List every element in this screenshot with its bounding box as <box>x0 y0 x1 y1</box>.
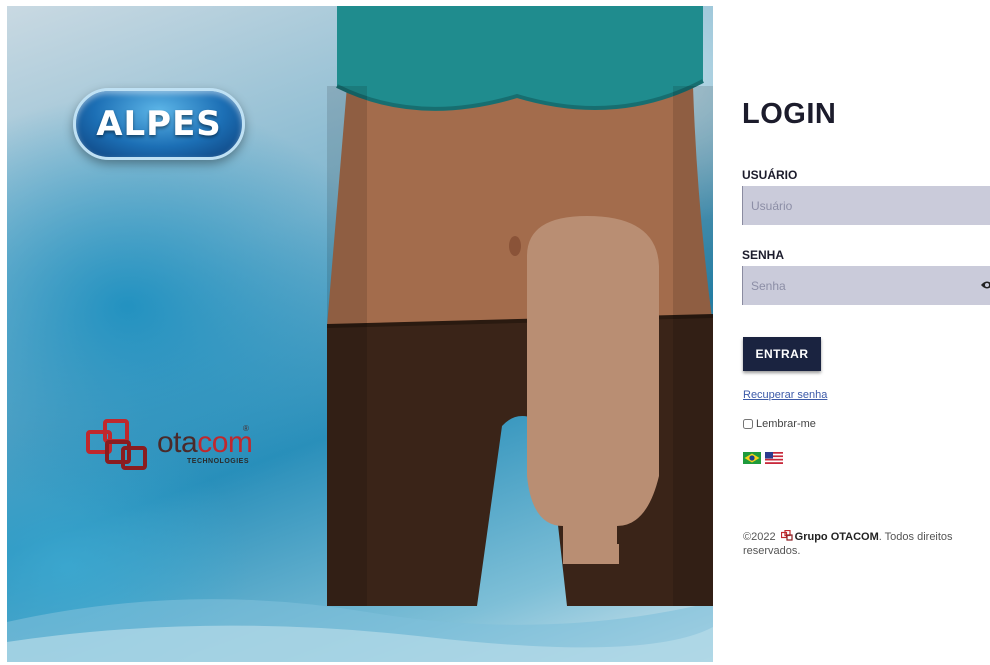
login-page: ALPES otacom ® TECHNOLOGIES LOGIN USUÁRI… <box>0 0 990 665</box>
otacom-subtitle: TECHNOLOGIES <box>187 458 250 465</box>
hero-illustration: ALPES otacom ® TECHNOLOGIES <box>7 6 713 662</box>
username-input[interactable] <box>742 186 990 225</box>
ostomy-figure-illustration <box>327 6 713 606</box>
login-panel: LOGIN USUÁRIO SENHA ENTRAR Recuperar sen… <box>713 0 990 665</box>
usa-flag-icon[interactable] <box>765 452 783 464</box>
copyright-footer: ©2022 Grupo OTACOM. Todos direitos reser… <box>743 530 953 557</box>
brazil-flag-icon[interactable] <box>743 452 761 464</box>
otacom-registered-mark: ® <box>243 424 249 433</box>
eye-icon[interactable] <box>981 280 990 290</box>
recover-password-link[interactable]: Recuperar senha <box>743 389 827 401</box>
password-label: SENHA <box>742 248 785 262</box>
remember-me[interactable]: Lembrar-me <box>743 418 816 430</box>
language-selector <box>743 452 783 464</box>
remember-me-checkbox[interactable] <box>743 419 753 429</box>
remember-me-label: Lembrar-me <box>756 418 816 430</box>
alpes-logo: ALPES <box>73 88 245 160</box>
username-label: USUÁRIO <box>742 168 798 182</box>
login-button[interactable]: ENTRAR <box>743 337 821 371</box>
page-title: LOGIN <box>742 98 837 130</box>
otacom-wordmark: otacom <box>157 426 253 459</box>
password-input[interactable] <box>742 266 990 305</box>
otacom-logo: otacom ® TECHNOLOGIES <box>85 418 255 474</box>
otacom-small-icon <box>780 530 793 541</box>
otacom-mark-icon <box>86 419 147 470</box>
